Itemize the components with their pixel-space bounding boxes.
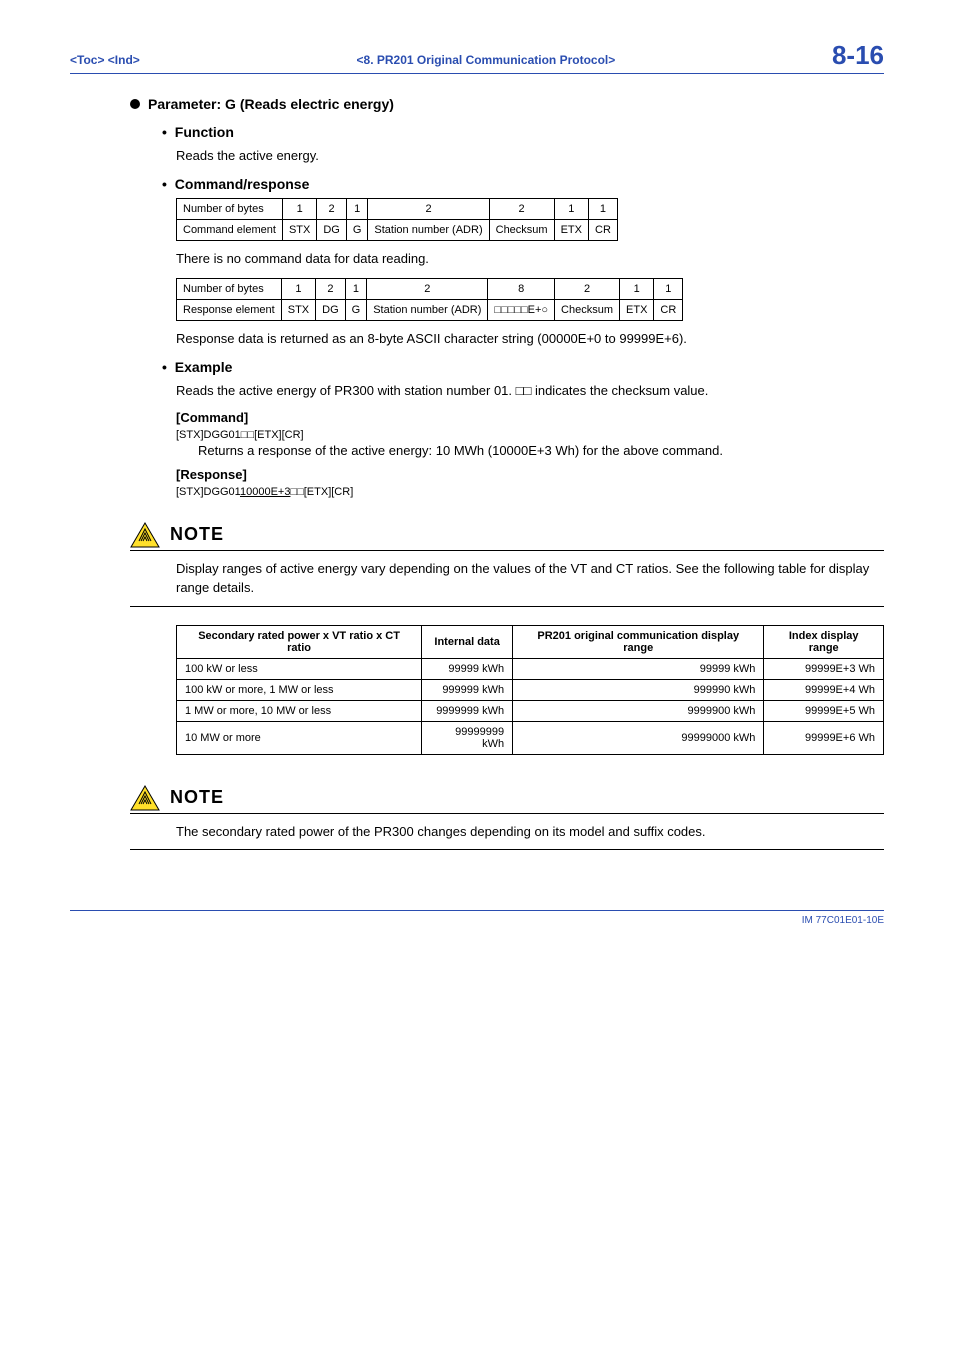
page-number: 8-16: [832, 40, 884, 71]
command-label: [Command]: [176, 410, 884, 425]
page-footer: IM 77C01E01-10E: [70, 910, 884, 926]
bullet-icon: [130, 99, 140, 109]
response-table: Number of bytes 1 2 1 2 8 2 1 1 Response…: [176, 278, 683, 321]
bullet-icon: •: [162, 359, 167, 375]
command-result: Returns a response of the active energy:…: [198, 441, 884, 461]
note-block-2: NOTE The secondary rated power of the PR…: [176, 785, 884, 851]
cmdresp-heading: • Command/response: [162, 176, 884, 192]
example-intro: Reads the active energy of PR300 with st…: [176, 381, 884, 401]
warning-triangle-icon: [130, 785, 160, 811]
response-label: [Response]: [176, 467, 884, 482]
function-heading: • Function: [162, 124, 884, 140]
table-row: 10 MW or more 99999999 kWh 99999000 kWh …: [177, 721, 884, 754]
bullet-icon: •: [162, 176, 167, 192]
note-label: NOTE: [170, 524, 224, 545]
table-row: 1 MW or more, 10 MW or less 9999999 kWh …: [177, 700, 884, 721]
note-text: Display ranges of active energy vary dep…: [176, 559, 884, 598]
table-row: 100 kW or less 99999 kWh 99999 kWh 99999…: [177, 658, 884, 679]
command-note: There is no command data for data readin…: [176, 249, 884, 269]
parameter-heading: Parameter: G (Reads electric energy): [130, 96, 884, 112]
note-text: The secondary rated power of the PR300 c…: [176, 822, 884, 842]
toc-link[interactable]: <Toc> <Ind>: [70, 53, 140, 67]
page-header: <Toc> <Ind> <8. PR201 Original Communica…: [70, 40, 884, 74]
chapter-title: <8. PR201 Original Communication Protoco…: [357, 53, 616, 67]
warning-triangle-icon: [130, 522, 160, 548]
note-block-1: NOTE Display ranges of active energy var…: [176, 522, 884, 755]
function-text: Reads the active energy.: [176, 146, 884, 166]
response-note: Response data is returned as an 8-byte A…: [176, 329, 884, 349]
range-table: Secondary rated power x VT ratio x CT ra…: [176, 625, 884, 755]
note-label: NOTE: [170, 787, 224, 808]
example-heading: • Example: [162, 359, 884, 375]
parameter-title: Parameter: G (Reads electric energy): [148, 96, 394, 112]
bullet-icon: •: [162, 124, 167, 140]
response-string: [STX]DGG0110000E+3□□[ETX][CR]: [176, 486, 884, 498]
command-table: Number of bytes 1 2 1 2 2 1 1 Command el…: [176, 198, 618, 241]
table-row: 100 kW or more, 1 MW or less 999999 kWh …: [177, 679, 884, 700]
command-string: [STX]DGG01□□[ETX][CR]: [176, 429, 884, 441]
